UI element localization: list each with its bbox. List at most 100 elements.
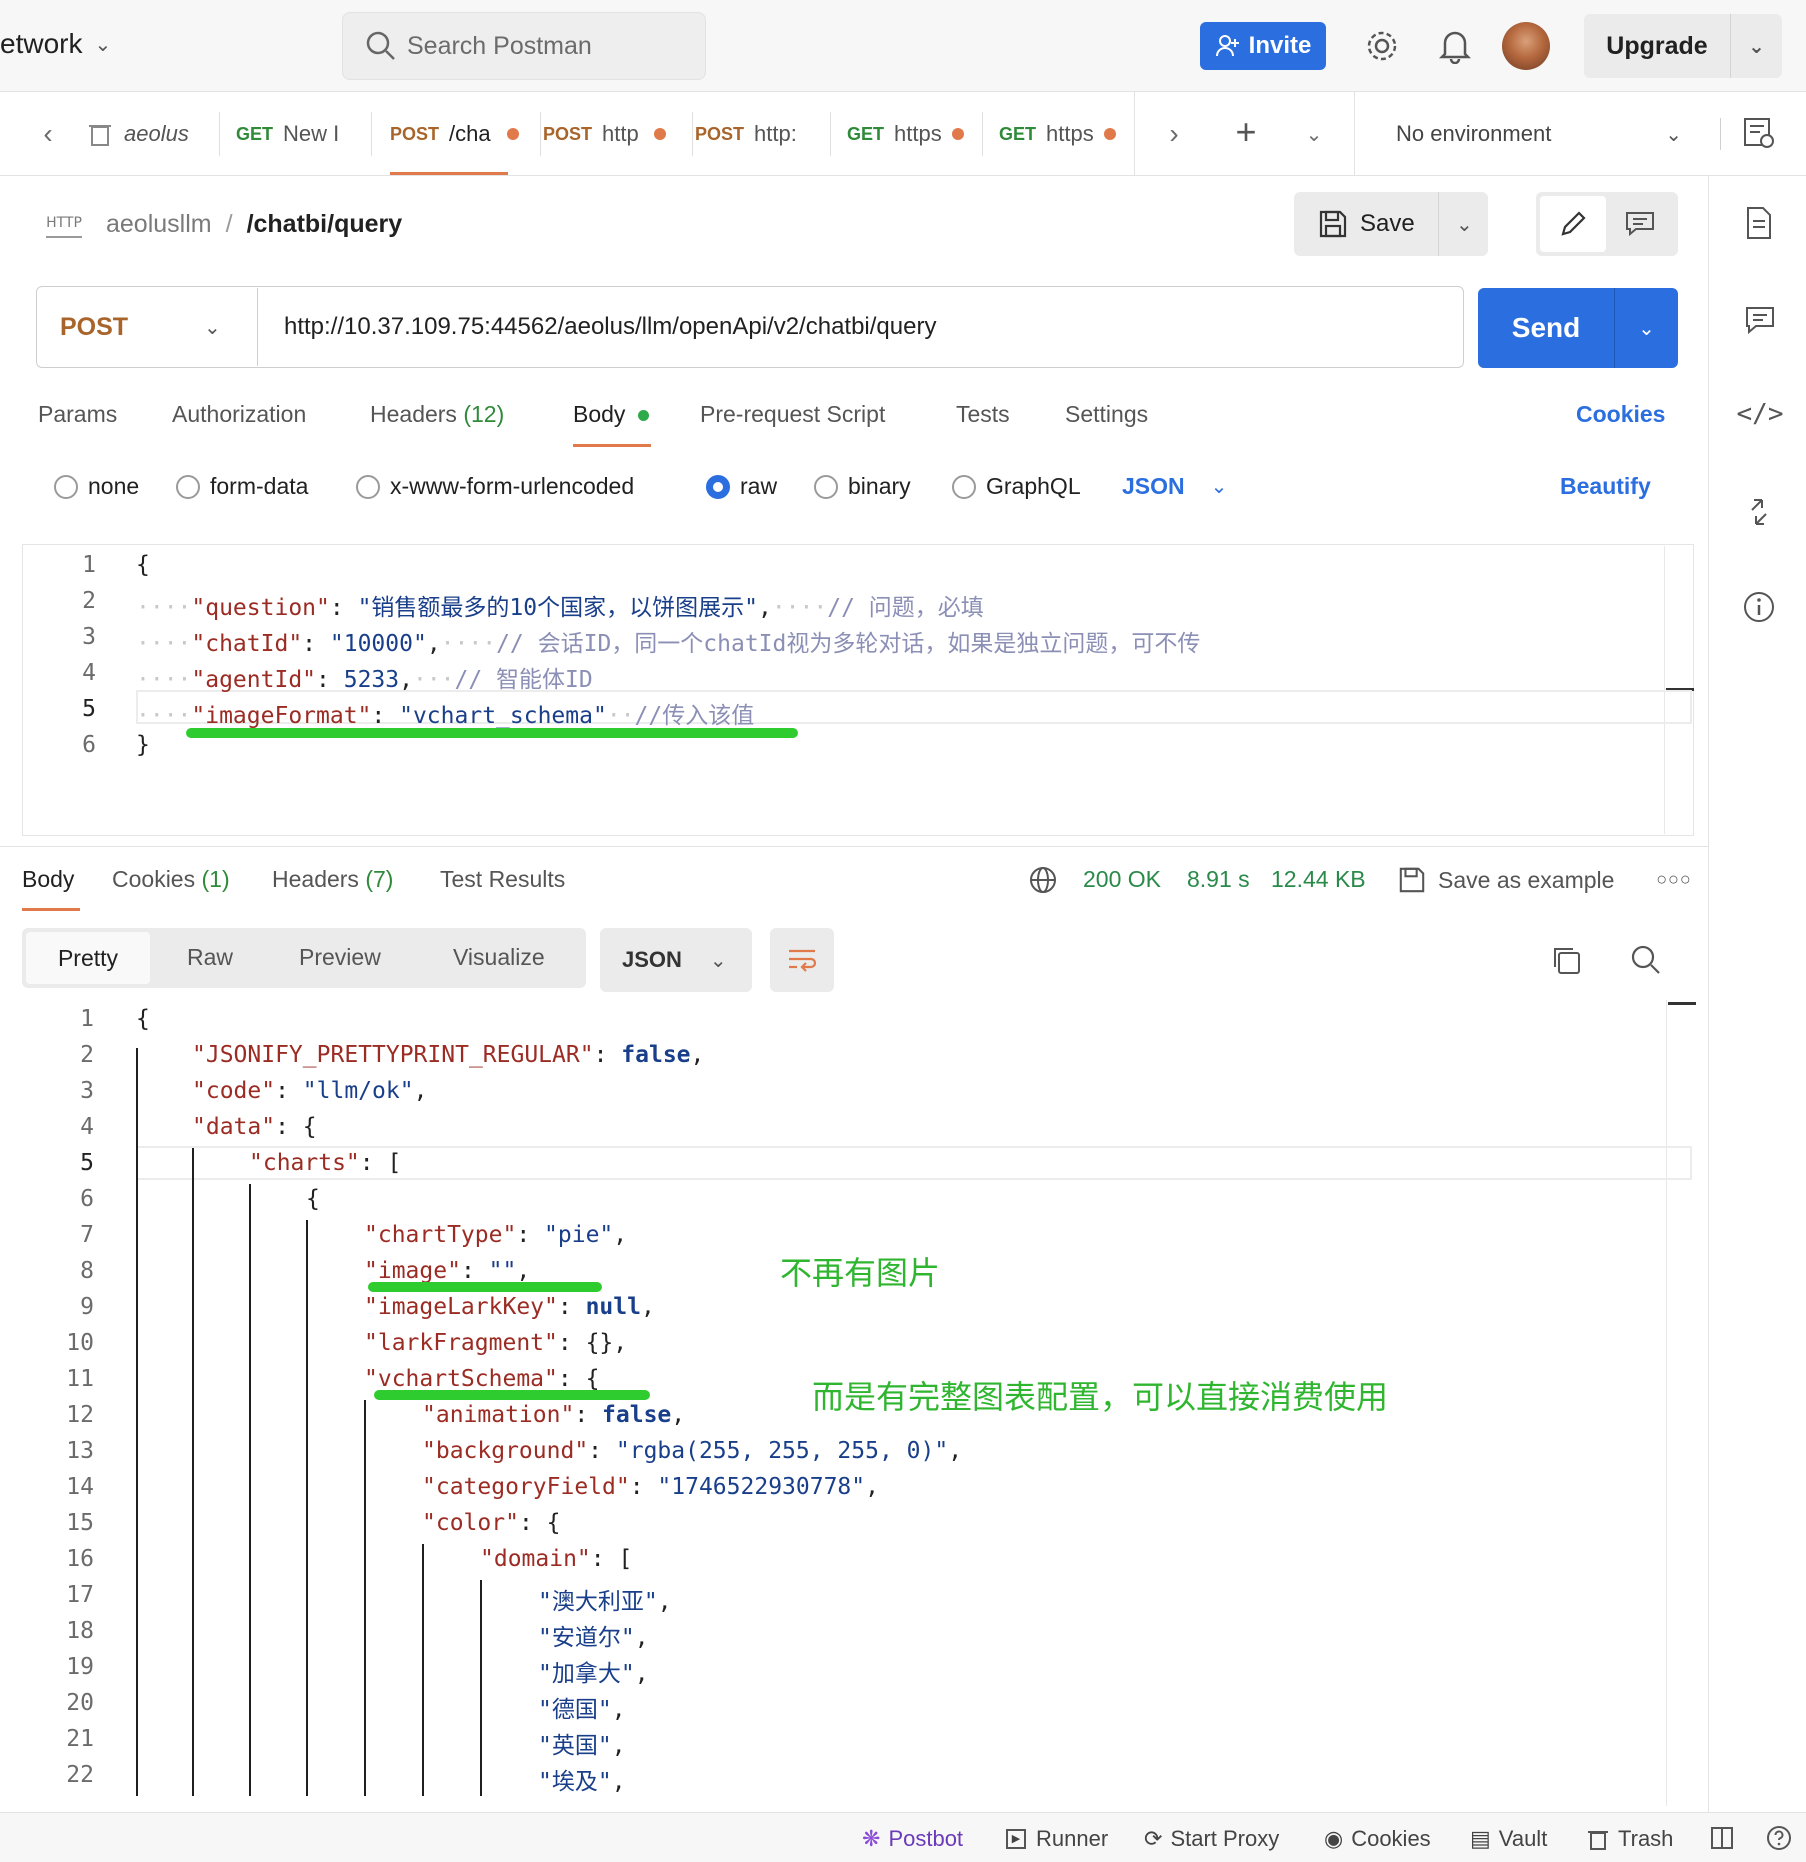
code-icon[interactable]: </> [1737, 396, 1784, 432]
document-icon[interactable] [1744, 206, 1774, 240]
two-pane-icon[interactable] [1710, 1826, 1734, 1850]
chevron-down-icon[interactable]: ⌄ [1615, 316, 1678, 341]
globe-icon[interactable] [1028, 865, 1058, 895]
upgrade-button[interactable]: Upgrade ⌄ [1584, 14, 1782, 78]
cookies-link[interactable]: Cookies [1576, 401, 1665, 428]
code-token: , [657, 1589, 672, 1615]
search-icon[interactable] [1630, 944, 1662, 976]
code-line: "英国", [538, 1726, 626, 1760]
edit-mode-button[interactable] [1540, 196, 1606, 252]
view-preview-button[interactable]: Preview [299, 944, 381, 971]
response-tab-test-results[interactable]: Test Results [440, 866, 565, 893]
help-icon[interactable] [1766, 1825, 1792, 1851]
response-tab-headers[interactable]: Headers (7) [272, 866, 393, 893]
line-number: 15 [66, 1510, 94, 1536]
tab-request[interactable]: POST http: [692, 112, 828, 156]
trash-button[interactable]: Trash [1588, 1826, 1673, 1852]
workspace-switcher[interactable]: etwork ⌄ [0, 24, 111, 64]
environment-selector[interactable]: No environment ⌄ [1396, 112, 1682, 156]
wrap-lines-icon [789, 949, 817, 972]
request-name[interactable]: /chatbi/query [247, 210, 403, 239]
view-visualize-button[interactable]: Visualize [453, 944, 545, 971]
send-button[interactable]: Send ⌄ [1478, 288, 1678, 368]
chevron-right-icon[interactable]: › [1156, 114, 1192, 154]
method-selector[interactable]: POST ⌄ [38, 288, 258, 366]
indent-guide [136, 1048, 138, 1796]
radio-graphql[interactable] [952, 475, 976, 499]
response-format-selector[interactable]: JSON ⌄ [600, 928, 752, 992]
tab-request-active[interactable]: POST /cha [390, 112, 530, 156]
comment-icon[interactable] [1744, 304, 1776, 336]
gear-icon[interactable] [1364, 28, 1400, 64]
response-tab-body[interactable]: Body [22, 866, 74, 893]
info-icon[interactable] [1742, 590, 1776, 624]
breadcrumb: aeolusllm / /chatbi/query [106, 208, 402, 240]
runner-button[interactable]: ▶ Runner [1006, 1826, 1108, 1852]
search-box[interactable]: Search Postman [342, 12, 706, 80]
plus-icon[interactable]: + [1226, 110, 1266, 154]
tab-request[interactable]: GET https [830, 112, 980, 156]
tab-authorization[interactable]: Authorization [172, 401, 306, 428]
line-number: 6 [80, 1186, 94, 1212]
radio-none[interactable] [54, 475, 78, 499]
code-token: : [629, 1474, 658, 1500]
related-collections-icon[interactable] [1744, 496, 1774, 528]
bell-icon[interactable] [1438, 28, 1472, 64]
tab-request[interactable]: aeolus [88, 112, 220, 156]
response-size[interactable]: 12.44 KB [1271, 866, 1366, 893]
code-line: "JSONIFY_PRETTYPRINT_REGULAR": false, [192, 1042, 704, 1068]
wrap-lines-button[interactable] [770, 928, 834, 992]
environment-quick-look-icon[interactable] [1742, 116, 1776, 150]
tab-prerequest-script[interactable]: Pre-request Script [700, 401, 885, 428]
response-status[interactable]: 200 OK [1083, 866, 1161, 893]
panel-divider [0, 846, 1708, 847]
chevron-down-icon[interactable]: ⌄ [1296, 114, 1332, 154]
radio-raw[interactable] [706, 475, 730, 499]
avatar[interactable] [1502, 22, 1550, 70]
view-raw-button[interactable]: Raw [187, 944, 233, 971]
code-line: ····"imageFormat": "vchart_schema"··//传入… [136, 696, 754, 730]
body-format-selector[interactable]: JSON ⌄ [1122, 473, 1227, 500]
tab-tests[interactable]: Tests [956, 401, 1010, 428]
chevron-down-icon[interactable]: ⌄ [1731, 34, 1782, 59]
tab-headers[interactable]: Headers (12) [370, 401, 504, 428]
chevron-left-icon[interactable]: ‹ [30, 114, 66, 154]
comment-icon[interactable] [1625, 210, 1655, 238]
postbot-button[interactable]: ❋ Postbot [862, 1826, 963, 1852]
view-pretty-button[interactable]: Pretty [26, 932, 150, 984]
tab-body[interactable]: Body [573, 401, 649, 428]
cookies-button[interactable]: ◉ Cookies [1324, 1826, 1431, 1852]
breadcrumb-collection[interactable]: aeolusllm [106, 210, 212, 239]
more-options-icon[interactable]: ○○○ [1656, 864, 1692, 894]
beautify-link[interactable]: Beautify [1560, 473, 1651, 500]
start-proxy-button[interactable]: ⟳ Start Proxy [1144, 1826, 1279, 1852]
save-label: Save [1360, 210, 1415, 237]
radio-form-data[interactable] [176, 475, 200, 499]
code-comment: // 问题，必填 [827, 595, 984, 621]
tab-request[interactable]: GET https [982, 112, 1132, 156]
response-scrollbar[interactable] [1666, 1000, 1667, 1806]
vault-button[interactable]: ▤ Vault [1470, 1826, 1547, 1852]
radio-urlencoded[interactable] [356, 475, 380, 499]
postbot-icon: ❋ [862, 1826, 881, 1851]
chevron-down-icon[interactable]: ⌄ [1456, 212, 1473, 237]
code-line: "德国", [538, 1690, 626, 1724]
add-user-icon [1215, 35, 1239, 57]
tab-divider [1354, 92, 1355, 176]
save-button[interactable]: Save ⌄ [1294, 192, 1488, 256]
save-divider [1438, 192, 1439, 256]
code-token: , [757, 595, 772, 621]
radio-binary[interactable] [814, 475, 838, 499]
invite-button[interactable]: Invite [1200, 22, 1326, 70]
save-as-example-button[interactable]: Save as example [1398, 866, 1614, 894]
url-input[interactable]: http://10.37.109.75:44562/aeolus/llm/ope… [284, 288, 1454, 366]
runner-icon: ▶ [1006, 1829, 1026, 1849]
vault-label: Vault [1498, 1826, 1548, 1851]
tab-request[interactable]: GET New I [236, 112, 372, 156]
tab-request[interactable]: POST http [540, 112, 686, 156]
copy-icon[interactable] [1550, 944, 1582, 976]
response-tab-cookies[interactable]: Cookies (1) [112, 866, 230, 893]
tab-settings[interactable]: Settings [1065, 401, 1148, 428]
response-time[interactable]: 8.91 s [1187, 866, 1250, 893]
tab-params[interactable]: Params [38, 401, 117, 428]
